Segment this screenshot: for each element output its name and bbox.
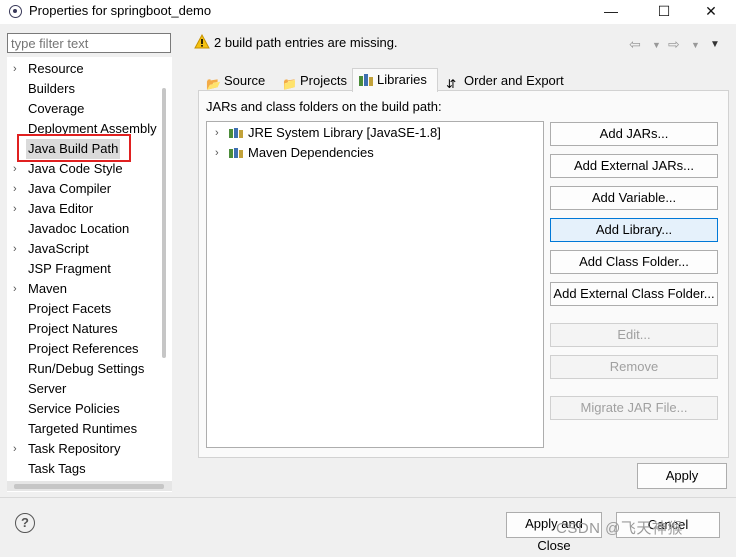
tree-item[interactable]: Project Natures: [7, 319, 167, 339]
property-page-tree: › Resource Builders Coverage Deployment Asse…: [7, 57, 172, 492]
filter-input[interactable]: [8, 34, 170, 52]
tree-item-label: JSP Fragment: [28, 261, 111, 276]
expand-arrow-icon[interactable]: ›: [13, 59, 17, 79]
order-export-icon: ⇵: [446, 77, 457, 91]
tree-item-label: Server: [28, 381, 67, 396]
migrate-jar-button[interactable]: Migrate JAR File...: [550, 396, 718, 420]
close-window-button[interactable]: ✕: [688, 0, 734, 24]
tree-item-label: Javadoc Location: [28, 221, 130, 236]
tree-item[interactable]: Builders: [7, 79, 167, 99]
minimize-button[interactable]: —: [588, 0, 634, 24]
tree-item-label: Coverage: [28, 101, 85, 116]
tree-item[interactable]: Project References: [7, 339, 167, 359]
add-class-folder-button[interactable]: Add Class Folder...: [550, 250, 718, 274]
tree-item[interactable]: › Java Compiler: [7, 179, 167, 199]
tree-item-label: Java Editor: [28, 201, 94, 216]
tab-label: Projects: [300, 73, 347, 88]
add-external-class-folder-button[interactable]: Add External Class Folder...: [550, 282, 718, 306]
tree-item-label: Task Tags: [28, 461, 86, 476]
eclipse-icon: [9, 5, 22, 18]
tree-vertical-scrollbar[interactable]: [162, 88, 166, 358]
tree-item[interactable]: JSP Fragment: [7, 259, 167, 279]
help-icon[interactable]: ?: [15, 513, 35, 533]
build-path-heading: JARs and class folders on the build path…: [206, 99, 442, 114]
tree-item[interactable]: Server: [7, 379, 167, 399]
tree-item-label: Java Code Style: [28, 161, 123, 176]
tree-item-label: Service Policies: [28, 401, 120, 416]
expand-arrow-icon[interactable]: ›: [13, 179, 17, 199]
expand-arrow-icon[interactable]: ›: [13, 439, 17, 459]
add-jars-button[interactable]: Add JARs...: [550, 122, 718, 146]
tab-label: Libraries: [377, 72, 427, 87]
tree-item-label: Project Facets: [28, 301, 112, 316]
tab-projects[interactable]: 📁 Projects: [276, 70, 352, 92]
expand-arrow-icon[interactable]: ›: [13, 239, 17, 259]
tree-item-label: JavaScript: [28, 241, 89, 256]
tree-item[interactable]: Project Facets: [7, 299, 167, 319]
tree-item[interactable]: › Maven: [7, 279, 167, 299]
tree-item[interactable]: Targeted Runtimes: [7, 419, 167, 439]
add-external-jars-button[interactable]: Add External JARs...: [550, 154, 718, 178]
tree-item-label: Resource: [28, 61, 84, 76]
tree-item[interactable]: Coverage: [7, 99, 167, 119]
tree-horizontal-scrollbar[interactable]: [14, 484, 164, 489]
expand-arrow-icon[interactable]: ›: [215, 123, 219, 143]
tree-item[interactable]: › Task Repository: [7, 439, 167, 459]
tree-item[interactable]: Task Tags: [7, 459, 167, 479]
jar-library-icon: [229, 128, 243, 138]
warning-icon: [194, 34, 210, 49]
tree-item[interactable]: › JavaScript: [7, 239, 167, 259]
expand-arrow-icon[interactable]: ›: [13, 279, 17, 299]
forward-arrow-icon[interactable]: ⇨: [668, 36, 680, 53]
view-menu-icon[interactable]: ▼: [710, 39, 720, 50]
tree-item[interactable]: Javadoc Location: [7, 219, 167, 239]
library-label: Maven Dependencies: [248, 145, 374, 160]
jar-library-icon: [229, 148, 243, 158]
tree-item-label: Java Compiler: [28, 181, 112, 196]
tab-label: Order and Export: [464, 73, 564, 88]
tree-item-label: Maven: [28, 281, 68, 296]
tree-item[interactable]: › Resource: [7, 59, 167, 79]
forward-menu-chevron-icon[interactable]: ▼: [691, 40, 700, 50]
tree-item[interactable]: › Java Editor: [7, 199, 167, 219]
back-arrow-icon[interactable]: ⇦: [629, 36, 641, 53]
tree-item[interactable]: Run/Debug Settings: [7, 359, 167, 379]
edit-button[interactable]: Edit...: [550, 323, 718, 347]
add-library-button[interactable]: Add Library...: [550, 218, 718, 242]
tab-libraries[interactable]: Libraries: [352, 68, 438, 92]
back-menu-chevron-icon[interactable]: ▼: [652, 40, 661, 50]
tree-item-label: Project Natures: [28, 321, 118, 336]
tree-item[interactable]: › Java Code Style: [7, 159, 167, 179]
expand-arrow-icon[interactable]: ›: [13, 159, 17, 179]
source-icon: 📂: [206, 77, 221, 91]
window-title: Properties for springboot_demo: [29, 3, 212, 18]
remove-button[interactable]: Remove: [550, 355, 718, 379]
footer-divider: [0, 497, 736, 498]
add-variable-button[interactable]: Add Variable...: [550, 186, 718, 210]
libraries-icon: [359, 74, 373, 86]
tab-order-and-export[interactable]: ⇵ Order and Export: [440, 70, 570, 92]
highlight-box-java-build-path: [17, 134, 131, 162]
build-path-library-tree[interactable]: › JRE System Library [JavaSE-1.8] › Mave…: [206, 121, 544, 448]
expand-arrow-icon[interactable]: ›: [215, 143, 219, 163]
tab-label: Source: [224, 73, 266, 88]
library-label: JRE System Library [JavaSE-1.8]: [248, 125, 441, 140]
projects-icon: 📁: [282, 77, 297, 91]
tree-item-label: Task Repository: [28, 441, 121, 456]
tree-item-label: Builders: [28, 81, 75, 96]
tab-source[interactable]: 📂 Source: [200, 70, 274, 92]
filter-box: [7, 33, 171, 53]
expand-arrow-icon[interactable]: ›: [13, 199, 17, 219]
apply-button[interactable]: Apply: [637, 463, 727, 489]
tree-item[interactable]: Service Policies: [7, 399, 167, 419]
warning-message: 2 build path entries are missing.: [214, 35, 398, 50]
watermark: CSDN @飞天神猴: [556, 520, 683, 537]
maximize-button[interactable]: ☐: [641, 0, 687, 24]
tree-item-label: Targeted Runtimes: [28, 421, 138, 436]
tree-item-label: Run/Debug Settings: [28, 361, 145, 376]
tree-item-label: Project References: [28, 341, 139, 356]
